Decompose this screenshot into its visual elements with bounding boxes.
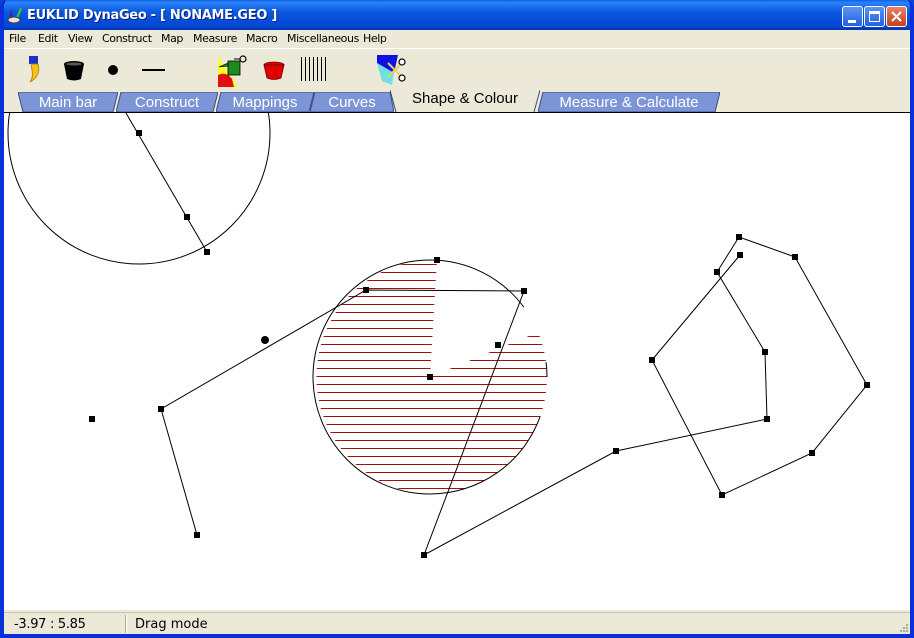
close-icon — [891, 11, 902, 22]
point[interactable] — [764, 416, 770, 422]
point[interactable] — [613, 448, 619, 454]
point[interactable] — [363, 287, 369, 293]
point[interactable] — [714, 269, 720, 275]
menu-edit[interactable]: Edit — [38, 32, 58, 45]
point[interactable] — [434, 257, 440, 263]
app-window: EUKLID DynaGeo - [ NONAME.GEO ] File Edi… — [0, 0, 914, 638]
geometry-drawing[interactable] — [4, 113, 910, 611]
menu-measure[interactable]: Measure — [193, 32, 237, 45]
point[interactable] — [719, 492, 725, 498]
fill-red-button[interactable] — [258, 53, 290, 87]
menu-view[interactable]: View — [68, 32, 93, 45]
menu-help[interactable]: Help — [363, 32, 387, 45]
point[interactable] — [89, 416, 95, 422]
cut-button[interactable] — [374, 53, 406, 87]
red-bucket-icon — [263, 61, 285, 80]
window-title: EUKLID DynaGeo - [ NONAME.GEO ] — [27, 8, 277, 23]
status-separator — [125, 615, 127, 633]
point[interactable] — [194, 532, 200, 538]
point[interactable] — [204, 249, 210, 255]
point[interactable] — [737, 252, 743, 258]
status-bar: -3.97 : 5.85 Drag mode — [4, 612, 910, 634]
menu-map[interactable]: Map — [161, 32, 183, 45]
point[interactable] — [736, 234, 742, 240]
watering-can-icon — [218, 55, 247, 87]
tab-construct[interactable]: Construct — [116, 92, 218, 112]
minimize-button[interactable] — [842, 6, 863, 27]
status-coordinates: -3.97 : 5.85 — [14, 617, 86, 632]
brush-icon — [29, 56, 40, 83]
tab-label: Main bar — [38, 94, 98, 111]
tab-label: Construct — [134, 94, 200, 111]
hatching-button[interactable] — [298, 53, 330, 87]
tab-label: Curves — [328, 94, 376, 111]
menu-macro[interactable]: Macro — [246, 32, 278, 45]
hatched-circle-fill — [316, 260, 547, 494]
menu-file[interactable]: File — [9, 32, 26, 45]
point[interactable] — [521, 288, 527, 294]
point[interactable] — [792, 254, 798, 260]
hatch-pattern-icon — [301, 57, 326, 81]
menu-miscellaneous[interactable]: Miscellaneous — [287, 32, 359, 45]
point[interactable] — [184, 214, 190, 220]
fill-colour-button[interactable] — [216, 53, 248, 87]
point-style-button[interactable] — [98, 53, 130, 87]
point[interactable] — [864, 382, 870, 388]
menu-bar: File Edit View Construct Map Measure Mac… — [4, 30, 910, 48]
tab-main-bar[interactable]: Main bar — [18, 92, 118, 112]
point[interactable] — [809, 450, 815, 456]
tab-label: Mappings — [232, 94, 298, 111]
point[interactable] — [136, 130, 142, 136]
scissors-icon — [377, 55, 406, 85]
point[interactable] — [495, 342, 501, 348]
tab-strip: Main bar Construct Mappings Curves Shape… — [4, 90, 910, 112]
maximize-button[interactable] — [864, 6, 885, 27]
resize-grip-icon[interactable] — [898, 622, 908, 632]
black-bucket-icon — [64, 61, 84, 81]
line-style-button[interactable] — [138, 53, 170, 87]
point-style-icon — [108, 65, 118, 75]
maximize-icon — [869, 11, 880, 22]
app-icon — [7, 8, 22, 24]
point[interactable] — [649, 357, 655, 363]
toolbar — [4, 48, 910, 90]
line-colour-button[interactable] — [18, 53, 50, 87]
status-mode: Drag mode — [135, 617, 208, 632]
point[interactable] — [158, 406, 164, 412]
tab-measure-calculate[interactable]: Measure & Calculate — [538, 92, 720, 112]
point-round[interactable] — [261, 336, 269, 344]
tab-curves[interactable]: Curves — [310, 92, 394, 112]
line-style-icon — [142, 69, 165, 71]
drawing-canvas[interactable] — [4, 112, 910, 610]
tab-mappings[interactable]: Mappings — [216, 92, 314, 112]
close-button[interactable] — [886, 6, 907, 27]
point[interactable] — [427, 374, 433, 380]
point[interactable] — [421, 552, 427, 558]
tab-label: Shape & Colour — [412, 90, 518, 107]
title-bar[interactable]: EUKLID DynaGeo - [ NONAME.GEO ] — [4, 0, 910, 30]
minimize-icon — [848, 20, 856, 23]
menu-construct[interactable]: Construct — [102, 32, 152, 45]
tab-label: Measure & Calculate — [559, 94, 699, 111]
fill-black-button[interactable] — [58, 53, 90, 87]
tab-shape-colour[interactable]: Shape & Colour — [390, 90, 540, 112]
point[interactable] — [762, 349, 768, 355]
